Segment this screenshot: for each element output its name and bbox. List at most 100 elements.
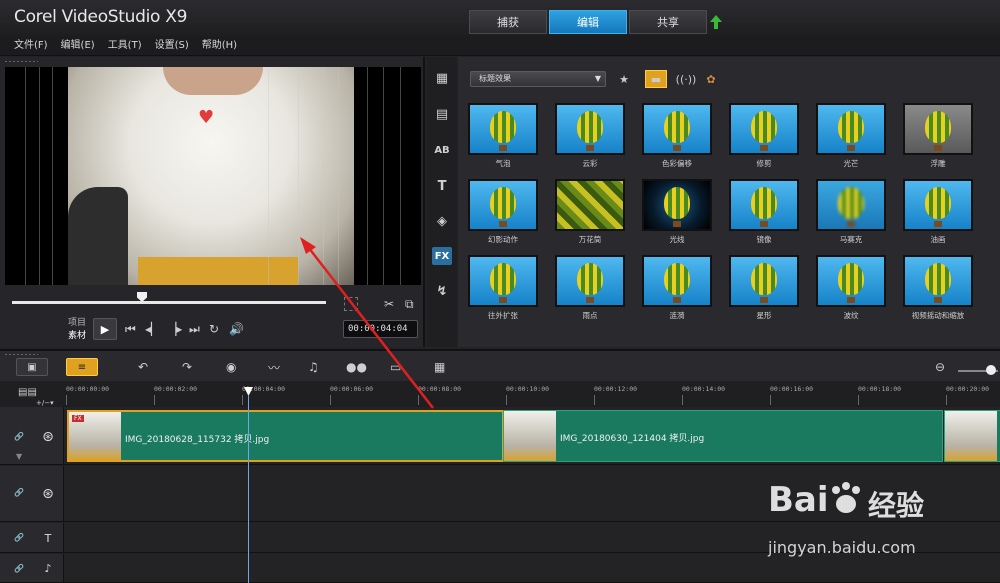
tab-share[interactable]: 共享 [629, 10, 707, 34]
effect-label: 油画 [930, 235, 946, 244]
motion-tracking-icon[interactable]: ●● [346, 359, 367, 375]
next-frame-icon[interactable]: ▕▸ [167, 323, 182, 335]
tab-edit[interactable]: 编辑 [549, 10, 627, 34]
effect-item[interactable]: 气泡 [464, 103, 542, 169]
effect-label: 幻影动作 [488, 235, 518, 244]
effect-item[interactable]: 光线 [638, 179, 716, 245]
record-capture-icon[interactable]: ◉ [226, 359, 236, 375]
watermark-logo-left: Bai [768, 480, 829, 520]
effect-thumbnail [903, 103, 973, 155]
category-dropdown[interactable]: 标题效果 ▼ [470, 71, 606, 87]
timeline-ruler[interactable]: ▤▤ +/−▾ 00:00:00:00 00:00:02:00 00:00:04:0… [0, 381, 1000, 407]
timeline-view-button[interactable]: ≡ [66, 358, 98, 376]
tab-capture[interactable]: 捕获 [469, 10, 547, 34]
previous-frame-icon[interactable]: ◂▏ [145, 323, 160, 335]
menu-help[interactable]: 帮助(H) [202, 36, 237, 55]
menu-file[interactable]: 文件(F) [14, 36, 48, 55]
media-icon[interactable]: ▦ [432, 69, 452, 87]
effect-item[interactable]: 万花筒 [551, 179, 629, 245]
upload-icon[interactable] [709, 14, 723, 30]
options-icon[interactable]: ✿ [702, 70, 720, 88]
ruler-time-label: 00:00:18:00 [858, 385, 902, 393]
lock-icon[interactable]: 🔗 [14, 564, 24, 573]
video-frame-image: ♥ [68, 67, 354, 285]
ruler-tick [66, 395, 67, 405]
baidu-watermark: Bai 经验 jingyan.baidu.com [768, 480, 988, 580]
effect-item[interactable]: 波纹 [812, 255, 890, 321]
storyboard-view-button[interactable]: ▣ [16, 358, 48, 376]
effect-item[interactable]: 幻影动作 [464, 179, 542, 245]
timecode-display[interactable]: 00:00:04:04 [343, 320, 418, 338]
playhead-line[interactable] [248, 396, 249, 583]
video-clip-2[interactable]: IMG_20180630_121404 拷贝.jpg [503, 410, 943, 462]
lock-icon[interactable]: 🔗 [14, 488, 24, 497]
zoom-out-icon[interactable]: ⊖ [935, 359, 945, 375]
mode-project[interactable]: 项目 [68, 317, 86, 330]
path-icon[interactable]: ↯ [432, 282, 452, 300]
menu-edit[interactable]: 编辑(E) [61, 36, 95, 55]
audio-filter-icon[interactable]: ((·)) [676, 70, 697, 88]
video-clip-3[interactable] [944, 410, 1000, 462]
redo-icon[interactable]: ↷ [182, 359, 192, 375]
effect-item[interactable]: 云彩 [551, 103, 629, 169]
balloon-icon [577, 111, 603, 151]
effect-item[interactable]: 色彩偏移 [638, 103, 716, 169]
effect-item[interactable]: 油画 [899, 179, 977, 245]
dropdown-value: 标题效果 [479, 74, 511, 83]
effect-item[interactable]: 马赛克 [812, 179, 890, 245]
enlarge-icon[interactable]: ⧉ [405, 298, 414, 310]
lock-icon[interactable]: 🔗 [14, 533, 24, 542]
balloon-icon [664, 111, 690, 151]
track-manager-icon[interactable]: ▤▤ [18, 387, 37, 399]
effect-item[interactable]: 视频摇动和缩放 [899, 255, 977, 321]
effect-thumbnail [555, 255, 625, 307]
menu-tools[interactable]: 工具(T) [108, 36, 142, 55]
effect-item[interactable]: 雨点 [551, 255, 629, 321]
video-preview[interactable]: ♥ [5, 67, 421, 285]
add-favorite-icon[interactable]: ★ [615, 70, 633, 88]
video-clip-1[interactable]: FX IMG_20180628_115732 拷贝.jpg [67, 410, 504, 462]
trim-marker[interactable] [344, 297, 358, 311]
undo-icon[interactable]: ↶ [138, 359, 148, 375]
auto-music-icon[interactable]: ♫ [308, 359, 319, 375]
effect-item[interactable]: 浮雕 [899, 103, 977, 169]
overlay-track-icon: ⊛ [42, 486, 54, 502]
mode-clip[interactable]: 素材 [68, 330, 86, 343]
sound-mixer-icon[interactable]: 〰 [268, 359, 280, 375]
ruler-time-label: 00:00:00:00 [66, 385, 110, 393]
zoom-slider-handle[interactable] [986, 365, 996, 375]
effect-item[interactable]: 镜像 [725, 179, 803, 245]
chevron-down-icon[interactable]: ▼ [16, 452, 22, 461]
transition-icon[interactable]: AB [432, 141, 452, 159]
filter-fx-icon[interactable]: FX [432, 247, 452, 265]
effect-item[interactable]: 星形 [725, 255, 803, 321]
scissors-icon[interactable]: ✂ [384, 298, 394, 310]
repeat-icon[interactable]: ↻ [209, 323, 219, 335]
volume-icon[interactable]: 🔊 [229, 323, 244, 335]
graphic-icon[interactable]: ◈ [432, 212, 452, 230]
panel-grip[interactable] [4, 353, 38, 356]
multi-camera-icon[interactable]: ▦ [434, 359, 445, 375]
video-filter-icon[interactable]: ▬ [645, 70, 667, 88]
video-track-body[interactable]: FX IMG_20180628_115732 拷贝.jpg IMG_201806… [65, 407, 1000, 464]
app-title: Corel VideoStudio X9 [14, 7, 188, 27]
scrub-bar[interactable] [12, 301, 326, 304]
title-icon[interactable]: T [432, 177, 452, 195]
panel-grip[interactable] [4, 60, 38, 63]
effect-item[interactable]: 涟漪 [638, 255, 716, 321]
subtitle-editor-icon[interactable]: ▭ [390, 359, 401, 375]
effect-thumbnail [642, 179, 712, 231]
effect-item[interactable]: 往外扩张 [464, 255, 542, 321]
effect-label: 星形 [756, 311, 772, 320]
ruler-time-label: 00:00:16:00 [770, 385, 814, 393]
instant-project-icon[interactable]: ▤ [432, 105, 452, 123]
end-icon[interactable]: ⏭ [189, 323, 200, 335]
mode-selector[interactable]: 项目 素材 [68, 317, 86, 343]
home-icon[interactable]: ⏮ [125, 323, 136, 335]
play-button[interactable]: ▶ [93, 318, 117, 340]
effect-item[interactable]: 光芒 [812, 103, 890, 169]
menu-settings[interactable]: 设置(S) [155, 36, 189, 55]
lock-icon[interactable]: 🔗 [14, 432, 24, 441]
effect-label: 万花筒 [578, 235, 602, 244]
effect-item[interactable]: 修剪 [725, 103, 803, 169]
